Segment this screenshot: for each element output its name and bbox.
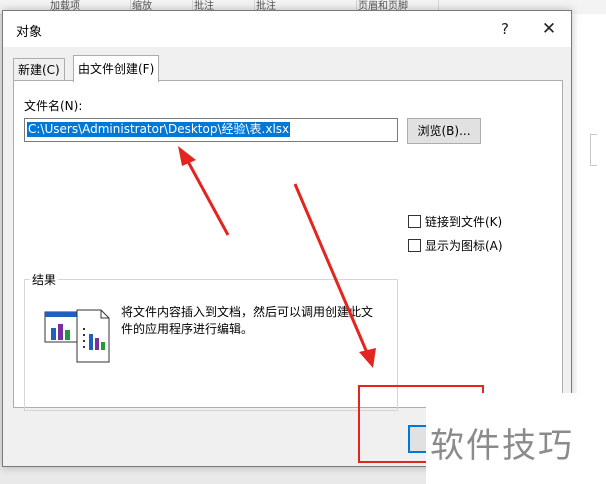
- arrow-to-ok-button: [293, 183, 376, 368]
- tab-create-from-file[interactable]: 由文件创建(F): [73, 55, 160, 82]
- arrow-to-filename: [178, 146, 230, 236]
- watermark-text: 软件技巧: [430, 426, 574, 466]
